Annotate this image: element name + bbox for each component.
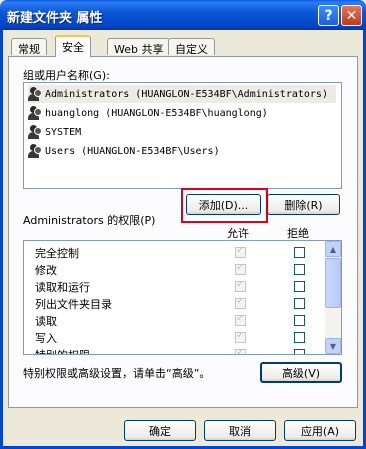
permissions-label: Administrators 的权限(P)	[23, 214, 156, 227]
title-bar: 新建文件夹 属性 ? ✕	[0, 0, 366, 30]
scroll-thumb[interactable]	[325, 258, 341, 308]
user-name: Users (HUANGLON-E534BF\Users)	[45, 145, 220, 157]
permissions-scrollbar[interactable]: ▲ ▼	[325, 241, 341, 354]
perm-read: 读取	[35, 315, 57, 328]
ok-button[interactable]: 确定	[124, 420, 196, 441]
deny-checkbox-list-folder[interactable]	[294, 298, 305, 309]
user-name: Administrators (HUANGLON-E534BF\Administ…	[45, 88, 328, 100]
deny-checkbox-read-execute[interactable]	[294, 281, 305, 292]
allow-checkbox-read-execute	[235, 279, 246, 292]
user-group-icon	[28, 125, 42, 139]
allow-checkbox-read	[235, 313, 246, 326]
advanced-button[interactable]: 高级(V)	[260, 362, 342, 383]
allow-checkbox-modify	[235, 262, 246, 275]
allow-checkbox-full-control	[235, 245, 246, 258]
user-group-icon	[28, 106, 42, 120]
user-list[interactable]: Administrators (HUANGLON-E534BF\Administ…	[23, 82, 342, 189]
allow-header: 允许	[227, 227, 249, 240]
cancel-button[interactable]: 取消	[204, 420, 276, 441]
perm-modify: 修改	[35, 264, 57, 277]
window-title: 新建文件夹 属性	[7, 11, 103, 26]
perm-write: 写入	[35, 332, 57, 345]
allow-checkbox-special	[235, 347, 246, 354]
deny-checkbox-full-control[interactable]	[294, 247, 305, 258]
user-name: huanglong (HUANGLON-E534BF\huanglong)	[45, 107, 268, 119]
user-group-icon	[28, 87, 42, 101]
tab-web-sharing[interactable]: Web 共享	[107, 38, 171, 56]
deny-checkbox-read[interactable]	[294, 315, 305, 326]
tab-general[interactable]: 常规	[11, 38, 47, 56]
user-group-icon	[28, 144, 42, 158]
remove-button[interactable]: 删除(R)	[267, 194, 340, 215]
deny-checkbox-special[interactable]	[294, 349, 305, 354]
user-item-administrators[interactable]: Administrators (HUANGLON-E534BF\Administ…	[28, 85, 336, 103]
perm-read-execute: 读取和运行	[35, 281, 90, 294]
user-item-system[interactable]: SYSTEM	[28, 123, 81, 141]
advanced-hint-text: 特别权限或高级设置，请单击“高级”。	[23, 367, 211, 380]
deny-checkbox-modify[interactable]	[294, 264, 305, 275]
scroll-down-icon[interactable]: ▼	[325, 338, 341, 354]
help-icon: ?	[324, 7, 333, 24]
close-button[interactable]: ✕	[341, 5, 362, 26]
add-button[interactable]: 添加(D)...	[186, 194, 261, 215]
deny-checkbox-write[interactable]	[294, 332, 305, 343]
tab-security[interactable]: 安全	[55, 35, 91, 57]
deny-header: 拒绝	[287, 227, 309, 240]
perm-special: 特别的权限	[35, 347, 90, 354]
user-item-users[interactable]: Users (HUANGLON-E534BF\Users)	[28, 142, 220, 160]
tab-customize[interactable]: 自定义	[168, 38, 215, 56]
scroll-up-icon[interactable]: ▲	[325, 241, 341, 257]
group-user-label: 组或用户名称(G):	[23, 69, 110, 82]
close-icon: ✕	[345, 7, 358, 24]
perm-list-folder: 列出文件夹目录	[35, 298, 112, 311]
perm-full-control: 完全控制	[35, 247, 79, 260]
allow-checkbox-write	[235, 330, 246, 343]
user-item-huanglong[interactable]: huanglong (HUANGLON-E534BF\huanglong)	[28, 104, 268, 122]
user-name: SYSTEM	[45, 126, 82, 138]
help-button[interactable]: ?	[318, 5, 339, 26]
apply-button[interactable]: 应用(A)	[284, 420, 356, 441]
allow-checkbox-list-folder	[235, 296, 246, 309]
permissions-list[interactable]: 完全控制 修改 读取和运行 列出文件夹目录 读取 写入 特别的权限	[23, 240, 342, 355]
